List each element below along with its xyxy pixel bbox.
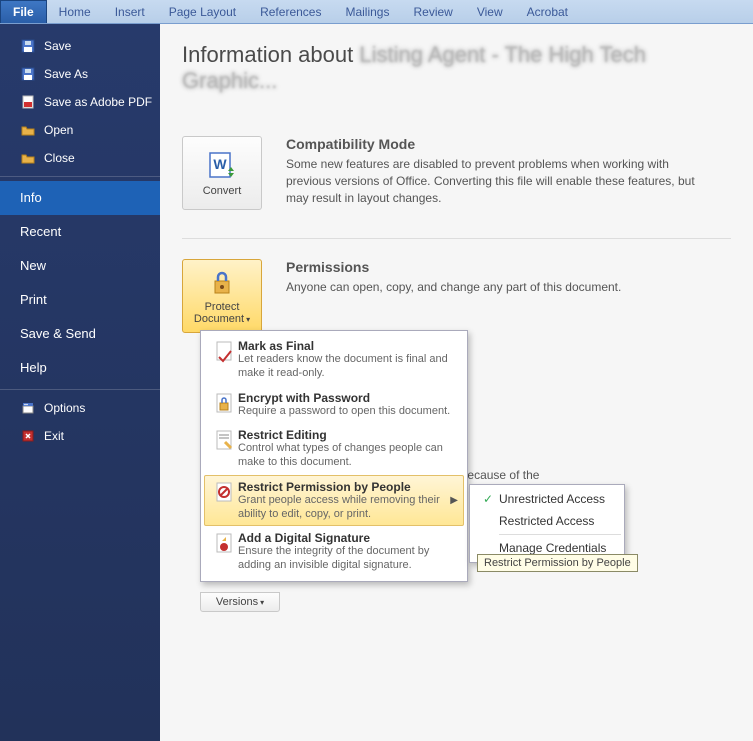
svg-text:W: W [213, 156, 227, 172]
sidebar-options[interactable]: Options [0, 394, 160, 422]
sidebar-item-label: Open [44, 123, 73, 137]
sidebar-close[interactable]: Close [0, 144, 160, 172]
sidebar-print[interactable]: Print [0, 283, 160, 317]
backstage-sidebar: Save Save As Save as Adobe PDF Open Clos… [0, 24, 160, 741]
ribbon-tabs: File Home Insert Page Layout References … [0, 0, 753, 24]
sidebar-open[interactable]: Open [0, 116, 160, 144]
tab-mailings[interactable]: Mailings [333, 0, 401, 23]
button-label: Convert [203, 185, 242, 197]
tab-file[interactable]: File [0, 0, 47, 23]
final-icon [210, 339, 238, 381]
title-prefix: Information about [182, 42, 359, 67]
restrict-edit-icon [210, 428, 238, 470]
submenu-label: Restricted Access [499, 514, 594, 528]
restrict-permission-submenu: ✓ Unrestricted Access Restricted Access … [469, 484, 625, 563]
tab-home[interactable]: Home [47, 0, 103, 23]
sidebar-new[interactable]: New [0, 249, 160, 283]
submenu-arrow-icon: ▶ [446, 495, 458, 506]
key-lock-icon [210, 391, 238, 419]
sidebar-save[interactable]: Save [0, 32, 160, 60]
tab-page-layout[interactable]: Page Layout [157, 0, 248, 23]
menu-item-title: Restrict Permission by People [238, 480, 446, 494]
sidebar-save-as[interactable]: Save As [0, 60, 160, 88]
tab-insert[interactable]: Insert [103, 0, 157, 23]
sidebar-help[interactable]: Help [0, 351, 160, 385]
checkmark-icon: ✓ [477, 492, 499, 506]
permissions-block: Protect Document▾ Permissions Anyone can… [182, 259, 731, 333]
menu-item-desc: Ensure the integrity of the document by … [238, 545, 458, 573]
menu-restrict-editing[interactable]: Restrict EditingControl what types of ch… [204, 423, 464, 475]
signature-icon [210, 531, 238, 573]
menu-item-desc: Require a password to open this document… [238, 405, 458, 419]
sidebar-item-label: Save As [44, 67, 88, 81]
sidebar-save-send[interactable]: Save & Send [0, 317, 160, 351]
protect-document-menu: Mark as FinalLet readers know the docume… [200, 330, 468, 582]
folder-icon [20, 150, 36, 166]
sidebar-item-label: Options [44, 401, 85, 415]
pdf-icon [20, 94, 36, 110]
save-icon [20, 66, 36, 82]
menu-encrypt-password[interactable]: Encrypt with PasswordRequire a password … [204, 386, 464, 424]
doc-path [182, 98, 731, 112]
menu-digital-signature[interactable]: Add a Digital SignatureEnsure the integr… [204, 526, 464, 578]
sidebar-item-label: Close [44, 151, 75, 165]
submenu-unrestricted[interactable]: ✓ Unrestricted Access [473, 488, 621, 510]
sidebar-exit[interactable]: Exit [0, 422, 160, 450]
word-convert-icon: W [206, 149, 238, 181]
sidebar-item-label: Exit [44, 429, 64, 443]
page-title: Information about Listing Agent - The Hi… [182, 42, 731, 94]
tab-acrobat[interactable]: Acrobat [515, 0, 580, 23]
sidebar-recent[interactable]: Recent [0, 215, 160, 249]
compat-body: Some new features are disabled to preven… [286, 156, 696, 206]
sidebar-item-label: Save [44, 39, 71, 53]
convert-button[interactable]: W Convert [182, 136, 262, 210]
compat-block: W Convert Compatibility Mode Some new fe… [182, 136, 731, 210]
restrict-people-icon [210, 480, 238, 522]
submenu-label: Unrestricted Access [499, 492, 605, 506]
tab-view[interactable]: View [465, 0, 515, 23]
menu-item-title: Encrypt with Password [238, 391, 458, 405]
lock-icon [207, 267, 237, 297]
submenu-label: Manage Credentials [499, 541, 606, 555]
sidebar-info[interactable]: Info [0, 181, 160, 215]
save-icon [20, 38, 36, 54]
tab-review[interactable]: Review [401, 0, 464, 23]
protect-document-button[interactable]: Protect Document▾ [182, 259, 262, 333]
menu-item-desc: Let readers know the document is final a… [238, 353, 458, 381]
permissions-heading: Permissions [286, 259, 621, 275]
menu-item-title: Restrict Editing [238, 428, 458, 442]
button-label: Versions [216, 596, 258, 608]
permissions-body: Anyone can open, copy, and change any pa… [286, 279, 621, 296]
versions-button[interactable]: Versions▾ [200, 592, 280, 612]
menu-item-desc: Grant people access while removing their… [238, 494, 446, 522]
exit-icon [20, 428, 36, 444]
compat-heading: Compatibility Mode [286, 136, 696, 152]
tooltip: Restrict Permission by People [477, 554, 638, 572]
menu-item-title: Add a Digital Signature [238, 531, 458, 545]
folder-icon [20, 122, 36, 138]
menu-item-desc: Control what types of changes people can… [238, 442, 458, 470]
menu-mark-final[interactable]: Mark as FinalLet readers know the docume… [204, 334, 464, 386]
button-label: Protect Document▾ [187, 301, 257, 325]
submenu-restricted[interactable]: Restricted Access [473, 510, 621, 532]
sidebar-save-pdf[interactable]: Save as Adobe PDF [0, 88, 160, 116]
menu-restrict-permission-people[interactable]: Restrict Permission by PeopleGrant peopl… [204, 475, 464, 527]
options-icon [20, 400, 36, 416]
sidebar-item-label: Save as Adobe PDF [44, 95, 152, 109]
tab-references[interactable]: References [248, 0, 333, 23]
chevron-down-icon: ▾ [260, 598, 264, 607]
menu-item-title: Mark as Final [238, 339, 458, 353]
